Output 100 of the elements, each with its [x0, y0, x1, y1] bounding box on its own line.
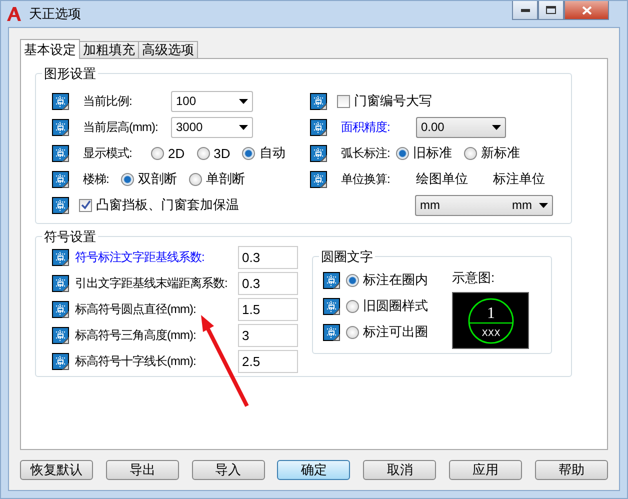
blueprint-icon — [52, 196, 69, 214]
field-label: 标高符号圆点直径(mm): — [75, 300, 197, 318]
radio-button[interactable] — [242, 146, 256, 160]
option-label: 标注可出圈 — [363, 323, 428, 341]
option-label: 自动 — [259, 144, 286, 162]
tab[interactable]: 加粗填充 — [79, 41, 139, 59]
radio-option[interactable]: 标注可出圈 — [346, 323, 428, 341]
dropdown[interactable]: 0.00 — [416, 116, 506, 138]
radio-button[interactable] — [188, 172, 202, 186]
dialog-button[interactable]: 应用 — [449, 460, 522, 480]
radio-option[interactable]: 3D — [196, 146, 230, 160]
field-label: 弧长标注: — [341, 144, 391, 162]
field-label: 当前比例: — [83, 92, 133, 110]
group-title: 符号设置 — [42, 228, 98, 246]
blueprint-icon — [52, 352, 69, 370]
input-field[interactable]: 0.3 — [238, 272, 298, 294]
field-label: 面积精度: — [341, 118, 391, 136]
checkbox[interactable] — [79, 198, 92, 212]
maximize-icon — [546, 6, 556, 14]
column-label: 标注单位 — [493, 170, 545, 188]
group-title: 圆圈文字 — [319, 248, 375, 266]
maximize-button[interactable] — [538, 1, 564, 20]
dialog-button[interactable]: 帮助 — [534, 460, 608, 480]
radio-option[interactable]: 单剖断 — [188, 170, 245, 188]
dialog-button[interactable]: 恢复默认 — [20, 460, 93, 480]
option-label: 旧圆圈样式 — [363, 297, 428, 315]
column-label: 绘图单位 — [416, 170, 469, 188]
checkbox-option[interactable]: 门窗编号大写 — [337, 92, 432, 110]
option-label: 双剖断 — [138, 170, 177, 188]
close-button[interactable] — [564, 1, 609, 20]
radio-button[interactable] — [346, 274, 359, 286]
radio-option[interactable]: 旧标准 — [396, 144, 452, 162]
radio-option[interactable]: 2D — [151, 146, 185, 160]
blueprint-icon — [310, 170, 327, 188]
dialog-button[interactable]: 取消 — [363, 460, 436, 480]
radio-button[interactable] — [464, 146, 477, 160]
app-logo-icon — [7, 7, 21, 21]
radio-button[interactable] — [346, 300, 359, 312]
field-label: 单位换算: — [341, 170, 391, 188]
minimize-icon — [520, 8, 530, 12]
field-label: 当前层高(mm): — [83, 118, 159, 136]
blueprint-icon — [323, 298, 340, 314]
radio-option[interactable]: 标注在圈内 — [346, 271, 428, 289]
input-field[interactable]: 2.5 — [238, 350, 298, 372]
blueprint-icon — [52, 170, 69, 188]
option-label: 门窗编号大写 — [354, 92, 432, 110]
dropdown[interactable]: 3000 — [171, 116, 253, 138]
close-icon — [582, 6, 592, 14]
radio-option[interactable]: 自动 — [242, 144, 286, 162]
blueprint-icon — [323, 272, 340, 288]
tab[interactable]: 高级选项 — [138, 41, 198, 59]
caret-icon — [539, 202, 548, 208]
caret-icon — [239, 98, 248, 104]
dropdown[interactable]: mm mm — [415, 194, 553, 216]
blueprint-icon — [310, 92, 327, 110]
field-label: 引出文字距基线末端距离系数: — [75, 274, 228, 292]
input-field[interactable]: 1.5 — [238, 298, 298, 320]
radio-button[interactable] — [396, 146, 409, 160]
blueprint-icon — [52, 274, 69, 292]
blueprint-icon — [310, 144, 327, 162]
option-label: 3D — [214, 146, 230, 160]
blueprint-icon — [52, 300, 69, 318]
blueprint-icon — [52, 248, 69, 266]
blueprint-icon — [310, 118, 327, 136]
preview-number: 1 — [486, 304, 494, 322]
radio-button[interactable] — [120, 172, 134, 186]
radio-button[interactable] — [151, 146, 164, 160]
field-label: 显示模式: — [83, 144, 133, 162]
field-label: 符号标注文字距基线系数: — [75, 248, 206, 266]
blueprint-icon — [52, 118, 69, 136]
radio-option[interactable]: 新标准 — [464, 144, 520, 162]
dialog-button[interactable]: 确定 — [277, 460, 350, 480]
option-label: 标注在圈内 — [363, 271, 428, 289]
dropdown[interactable]: 100 — [171, 90, 253, 112]
blueprint-icon — [52, 92, 69, 110]
radio-option[interactable]: 旧圆圈样式 — [346, 297, 428, 315]
tab[interactable]: 基本设定 — [20, 39, 80, 59]
option-label: 2D — [168, 146, 185, 160]
caret-icon — [492, 124, 501, 130]
preview-label: 示意图: — [452, 269, 496, 287]
radio-option[interactable]: 双剖断 — [120, 170, 177, 188]
caret-icon — [239, 124, 248, 130]
group-title: 图形设置 — [42, 65, 98, 83]
field-label: 楼梯: — [83, 170, 109, 188]
blueprint-icon — [323, 324, 340, 340]
radio-button[interactable] — [196, 146, 210, 160]
blueprint-icon — [52, 326, 69, 344]
blueprint-icon — [52, 144, 69, 162]
dialog-button[interactable]: 导入 — [192, 460, 265, 480]
preview-text: XXX — [481, 328, 500, 338]
field-label: 标高符号十字线长(mm): — [75, 352, 197, 370]
dialog-button[interactable]: 导出 — [106, 460, 179, 480]
radio-button[interactable] — [346, 326, 359, 338]
input-field[interactable]: 3 — [238, 324, 298, 346]
field-label: 标高符号三角高度(mm): — [75, 326, 197, 344]
input-field[interactable]: 0.3 — [238, 246, 298, 268]
option-label: 单剖断 — [206, 170, 245, 188]
minimize-button[interactable] — [512, 1, 538, 20]
window-title: 天正选项 — [29, 5, 81, 23]
checkbox[interactable] — [337, 94, 350, 108]
